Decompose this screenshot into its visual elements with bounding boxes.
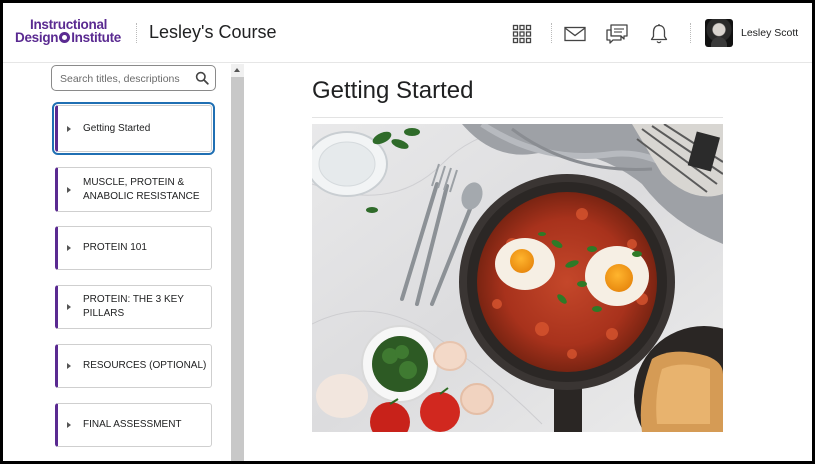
sidebar-item-protein-pillars[interactable]: PROTEIN: THE 3 KEY PILLARS: [55, 285, 212, 329]
institute-logo[interactable]: Instructional Design Institute: [15, 18, 127, 45]
top-header: Instructional Design Institute Lesley's …: [3, 3, 812, 63]
sidebar-item-muscle-protein[interactable]: MUSCLE, PROTEIN & ANABOLIC RESISTANCE: [55, 167, 212, 212]
sidebar-item-resources[interactable]: RESOURCES (OPTIONAL): [55, 344, 212, 388]
caret-right-icon: [67, 304, 71, 310]
caret-right-icon: [67, 186, 71, 193]
user-name[interactable]: Lesley Scott: [741, 27, 798, 39]
sidebar-item-label: PROTEIN 101: [83, 242, 147, 253]
header-divider: [690, 23, 691, 43]
sidebar-item-getting-started[interactable]: Getting Started: [52, 102, 215, 155]
sidebar: Getting Started MUSCLE, PROTEIN & ANABOL…: [3, 64, 244, 461]
scroll-up-icon[interactable]: [231, 64, 244, 77]
header-divider: [551, 23, 552, 43]
sidebar-item-label: PROTEIN: THE 3 KEY PILLARS: [83, 294, 184, 319]
header-divider: [136, 23, 137, 43]
page-title: Getting Started: [312, 77, 474, 104]
sidebar-scrollbar[interactable]: [231, 64, 244, 461]
hero-image: [312, 124, 723, 432]
caret-right-icon: [67, 125, 71, 132]
logo-badge-icon: [59, 32, 71, 43]
title-divider: [312, 117, 723, 118]
app-window: Instructional Design Institute Lesley's …: [3, 3, 812, 461]
sidebar-item-protein-101[interactable]: PROTEIN 101: [55, 226, 212, 270]
search-box[interactable]: [51, 65, 216, 91]
caret-right-icon: [67, 245, 71, 251]
apps-grid-icon[interactable]: [509, 21, 535, 47]
mail-icon[interactable]: [562, 21, 588, 47]
bell-icon[interactable]: [646, 21, 672, 47]
sidebar-item-label: FINAL ASSESSMENT: [83, 419, 182, 430]
search-input[interactable]: [60, 70, 192, 87]
search-icon[interactable]: [195, 71, 209, 90]
logo-line2a: Design: [15, 30, 59, 45]
sidebar-item-label: RESOURCES (OPTIONAL): [83, 360, 207, 371]
sidebar-item-label: MUSCLE, PROTEIN & ANABOLIC RESISTANCE: [83, 176, 200, 202]
avatar[interactable]: [705, 19, 733, 47]
sidebar-item-label: Getting Started: [83, 122, 151, 134]
course-title[interactable]: Lesley's Course: [149, 22, 277, 43]
logo-line2b: Institute: [71, 30, 122, 45]
caret-right-icon: [67, 422, 71, 428]
sidebar-item-final-assessment[interactable]: FINAL ASSESSMENT: [55, 403, 212, 447]
chat-icon[interactable]: [604, 21, 630, 47]
caret-right-icon: [67, 363, 71, 369]
